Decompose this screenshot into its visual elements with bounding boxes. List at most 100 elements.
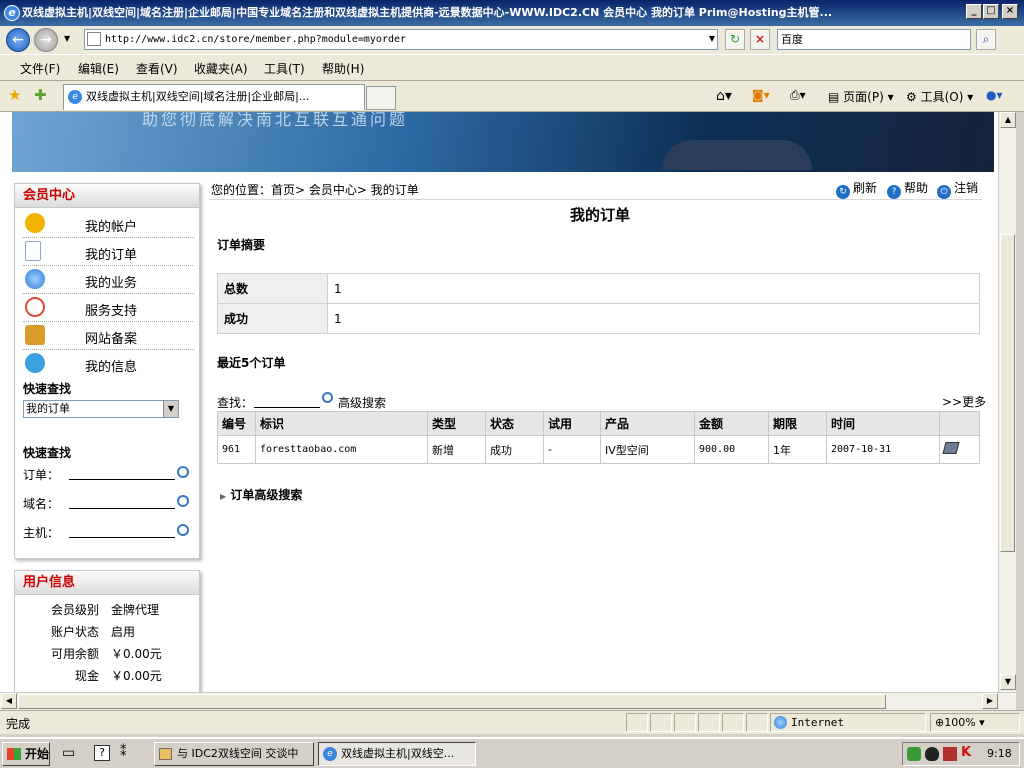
start-button[interactable]: 开始: [2, 742, 50, 766]
menu-edit[interactable]: 编辑(E): [78, 60, 119, 77]
order-term: 1年: [768, 435, 827, 464]
menu-tools[interactable]: 工具(T): [264, 60, 305, 77]
domain-search-icon[interactable]: [177, 495, 189, 507]
refresh-icon[interactable]: ↻: [725, 29, 745, 50]
host-search-icon[interactable]: [177, 524, 189, 536]
taskbar-item-chat[interactable]: 与 IDC2双线空间 交谈中: [154, 742, 314, 766]
history-dropdown-icon[interactable]: ▼: [64, 34, 70, 43]
zoom-control[interactable]: ⊕100% ▾: [930, 713, 1020, 732]
col-trial: 试用: [543, 411, 601, 436]
help-icon[interactable]: ●▾: [986, 88, 1003, 102]
advanced-search-link[interactable]: 高级搜索: [338, 394, 386, 411]
home-icon[interactable]: ⌂▾: [716, 88, 732, 104]
windows-flag-icon: [7, 748, 21, 760]
maximize-button[interactable]: □: [983, 4, 999, 19]
address-dropdown-icon[interactable]: ▼: [702, 29, 722, 50]
antivirus-tray-icon[interactable]: K: [961, 745, 971, 760]
refresh-link[interactable]: ↻ 刷新: [836, 179, 877, 199]
domain-field[interactable]: [69, 495, 175, 509]
sidebar-item-my-info[interactable]: 我的信息: [23, 350, 193, 378]
scroll-down-icon[interactable]: ▼: [1000, 674, 1016, 690]
scroll-up-icon[interactable]: ▲: [1000, 112, 1016, 128]
favorites-star-icon[interactable]: ★: [8, 86, 21, 104]
taskbar-item-browser[interactable]: e 双线虚拟主机|双线空...: [318, 742, 476, 766]
quick-find-select[interactable]: 我的订单 ▼: [23, 400, 179, 418]
scroll-left-icon[interactable]: ◀: [1, 693, 17, 709]
member-level-label: 会员级别: [51, 603, 100, 617]
menu-view[interactable]: 查看(V): [136, 60, 178, 77]
order-search-input[interactable]: [254, 394, 320, 408]
summary-title: 订单摘要: [217, 238, 266, 252]
sidebar-item-my-account[interactable]: 我的帐户: [23, 210, 193, 238]
taskbar: 开始 ▭ ? ⁑ 与 IDC2双线空间 交谈中 e 双线虚拟主机|双线空... …: [0, 737, 1024, 768]
order-trial: -: [543, 435, 601, 464]
tray-icon[interactable]: [943, 747, 957, 761]
order-detail-icon[interactable]: [942, 442, 960, 454]
order-field[interactable]: [69, 466, 175, 480]
sidebar-item-website-record[interactable]: 网站备案: [23, 322, 193, 350]
search-input[interactable]: 百度: [777, 29, 971, 50]
back-icon[interactable]: ←: [6, 28, 30, 52]
col-product: 产品: [600, 411, 695, 436]
summary-value: 1: [327, 273, 980, 304]
add-favorite-icon[interactable]: ✚: [34, 86, 47, 104]
sidebar-item-service-support[interactable]: 服务支持: [23, 294, 193, 322]
page-menu[interactable]: ▤ 页面(P) ▾: [828, 88, 894, 105]
new-tab-button[interactable]: [366, 86, 396, 110]
banner-hand-image: [662, 140, 812, 170]
host-field[interactable]: [69, 524, 175, 538]
vertical-scrollbar[interactable]: ▲ ▼: [998, 112, 1016, 692]
menu-file[interactable]: 文件(F): [20, 60, 60, 77]
menu-favorites[interactable]: 收藏夹(A): [194, 60, 248, 77]
zoom-icon: ⊕: [935, 716, 945, 729]
logout-link[interactable]: ⏻ 注销: [937, 179, 978, 199]
orders-table: 编号 标识 类型 状态 试用 产品 金额 期限 时间 961 foresttao…: [217, 411, 980, 464]
search-icon[interactable]: ⌕: [976, 29, 996, 50]
balance-value: ￥0.00元: [111, 647, 162, 661]
zone-label: Internet: [791, 716, 844, 729]
show-desktop-icon[interactable]: ▭: [62, 745, 75, 761]
refresh-label: 刷新: [853, 181, 878, 195]
network-tray-icon[interactable]: [907, 747, 921, 761]
member-level-value: 金牌代理: [111, 603, 160, 617]
print-icon[interactable]: ⎙▾: [790, 88, 806, 103]
sidebar-item-my-business[interactable]: 我的业务: [23, 266, 193, 294]
forward-icon[interactable]: →: [34, 28, 58, 52]
refresh-link-icon: ↻: [836, 185, 850, 199]
horizontal-scroll-thumb[interactable]: [18, 694, 886, 709]
sidebar-item-label: 我的帐户: [85, 220, 138, 235]
more-link[interactable]: >>更多: [942, 393, 986, 410]
status-cell: [650, 713, 672, 732]
quicklaunch-icon[interactable]: ⁑: [120, 745, 127, 760]
col-term: 期限: [768, 411, 827, 436]
order-search-icon[interactable]: [177, 466, 189, 478]
help-quicklaunch-icon[interactable]: ?: [94, 745, 110, 761]
close-button[interactable]: ×: [1002, 4, 1018, 19]
feeds-icon[interactable]: ◙▾: [752, 88, 770, 102]
scroll-right-icon[interactable]: ▶: [982, 693, 998, 709]
browser-tab[interactable]: e 双线虚拟主机|双线空间|域名注册|企业邮局|...: [63, 84, 365, 110]
vertical-scroll-thumb[interactable]: [1000, 234, 1015, 552]
sidebar-item-my-orders[interactable]: 我的订单: [23, 238, 193, 266]
security-zone[interactable]: Internet: [770, 713, 926, 732]
summary-value: 1: [327, 303, 980, 334]
window-title-bar[interactable]: e 双线虚拟主机|双线空间|域名注册|企业邮局|中国专业域名注册和双线虚拟主机提…: [0, 0, 1024, 26]
order-product: IV型空间: [600, 435, 695, 464]
minimize-button[interactable]: _: [966, 4, 982, 19]
qq-tray-icon[interactable]: [925, 747, 939, 761]
address-input[interactable]: http://www.idc2.cn/store/member.php?modu…: [84, 29, 718, 50]
col-type: 类型: [427, 411, 486, 436]
quick-find-label: 快速查找: [23, 382, 72, 396]
tools-menu[interactable]: ⚙ 工具(O) ▾: [906, 88, 973, 105]
sidebar-item-label: 我的信息: [85, 360, 138, 375]
chevron-down-icon[interactable]: ▼: [163, 401, 178, 417]
stop-icon[interactable]: ×: [750, 29, 770, 50]
table-header-row: 编号 标识 类型 状态 试用 产品 金额 期限 时间: [217, 411, 980, 436]
balance-label: 可用余额: [51, 647, 100, 661]
menu-help[interactable]: 帮助(H): [322, 60, 364, 77]
horizontal-scrollbar[interactable]: ◀ ▶: [0, 692, 1016, 710]
order-advanced-search-toggle[interactable]: ▶ 订单高级搜索: [220, 486, 302, 503]
member-center-box: 会员中心 我的帐户 我的订单 我的业务 服务支持 网站备案 我的信息 快速查找 …: [14, 183, 200, 559]
order-search-icon[interactable]: [322, 392, 333, 403]
help-link[interactable]: ? 帮助: [887, 179, 928, 199]
